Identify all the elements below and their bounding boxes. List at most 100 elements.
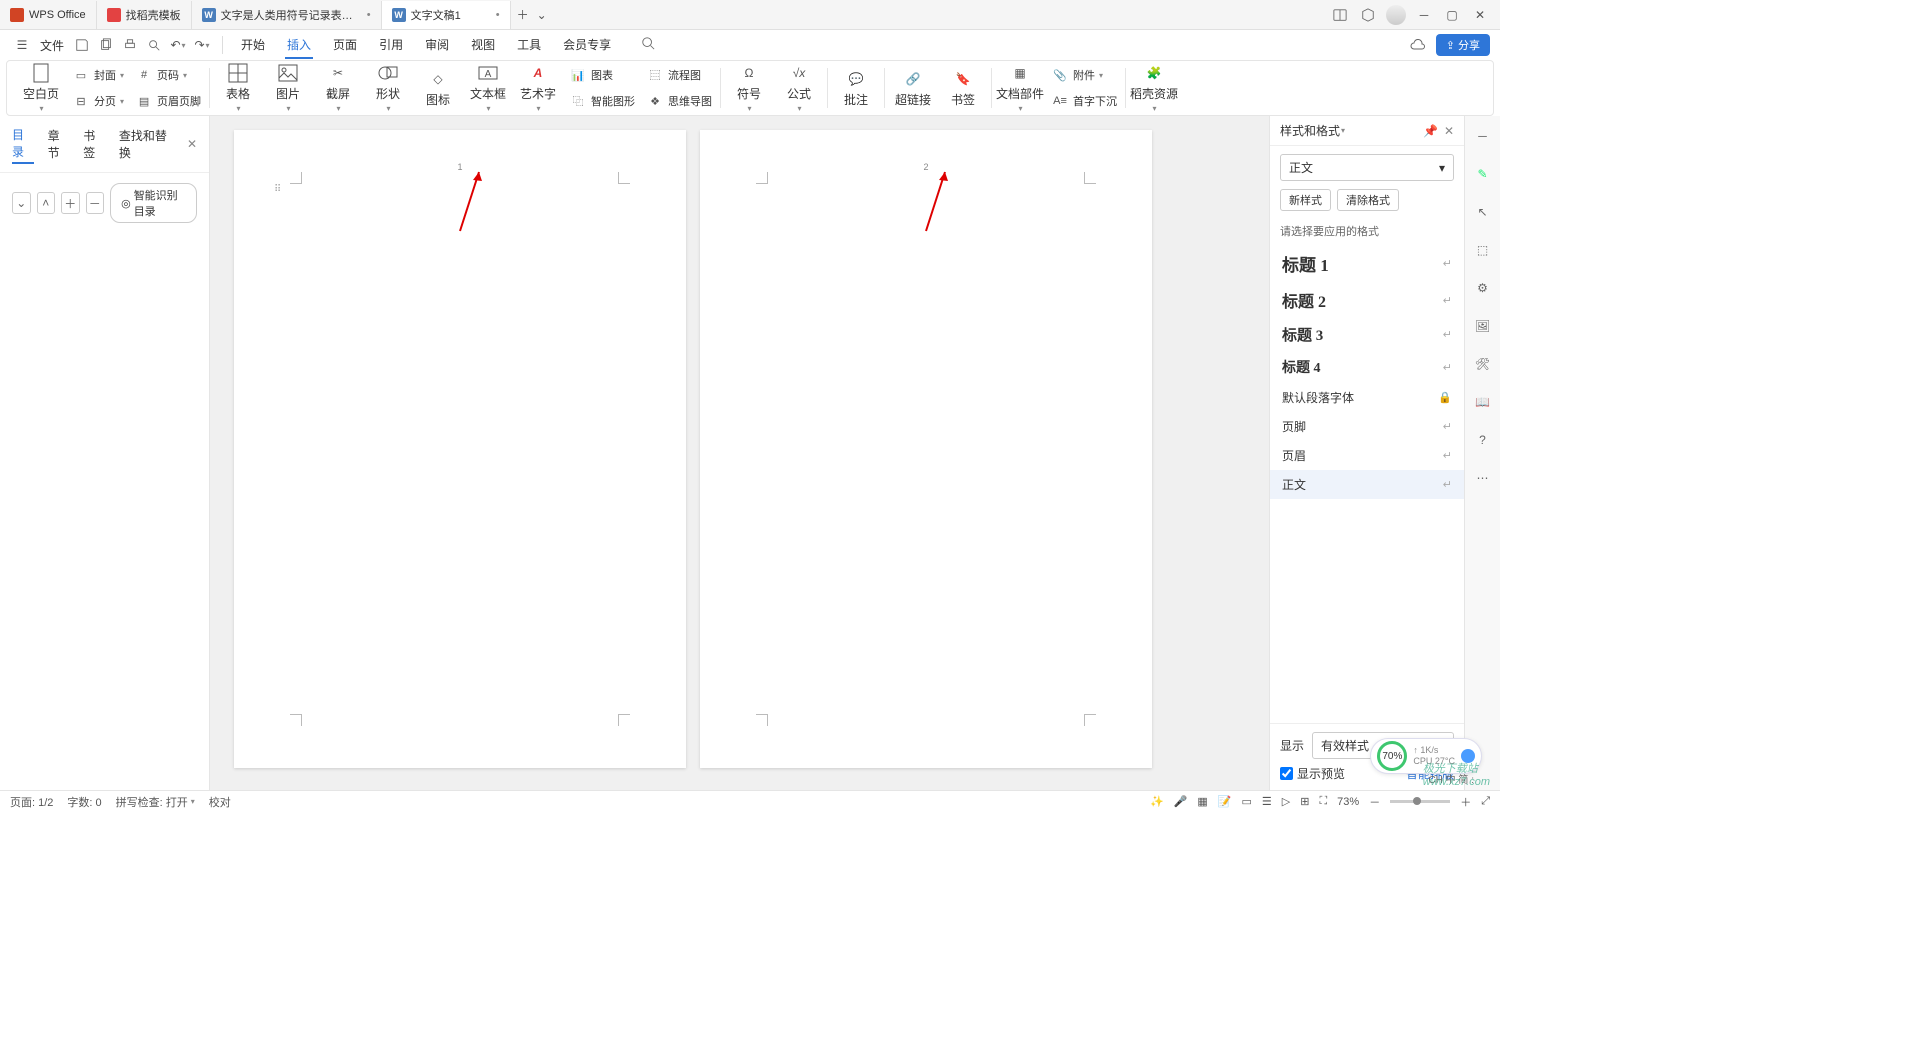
icon-button[interactable]: ◇图标 xyxy=(414,61,462,115)
print-icon[interactable] xyxy=(119,34,141,56)
share-button[interactable]: ⇪分享 xyxy=(1436,34,1490,56)
perf-orb-icon[interactable] xyxy=(1461,749,1475,763)
docer-tab[interactable]: 找稻壳模板 xyxy=(97,1,192,29)
menu-vip[interactable]: 会员专享 xyxy=(561,32,613,59)
headerfooter-button[interactable]: ▤页眉页脚 xyxy=(130,90,205,112)
comment-button[interactable]: 💬批注 xyxy=(832,61,880,115)
more-icon[interactable]: ⋯ xyxy=(1471,466,1495,490)
book-icon[interactable]: 📖 xyxy=(1471,390,1495,414)
collapse-rail-icon[interactable]: ─ xyxy=(1471,124,1495,148)
tab-dropdown[interactable]: ⌄ xyxy=(535,3,549,27)
style-item[interactable]: 标题 1↵ xyxy=(1270,245,1464,282)
blank-page-button[interactable]: 空白页▾ xyxy=(17,61,65,115)
ai-icon[interactable]: ✨ xyxy=(1150,795,1164,808)
smart-toc-button[interactable]: ◎智能识别目录 xyxy=(110,183,197,223)
view-read-icon[interactable]: ▷ xyxy=(1282,795,1290,808)
flowchart-button[interactable]: ⿳流程图 xyxy=(641,64,716,86)
status-page[interactable]: 页面: 1/2 xyxy=(10,794,53,810)
page-2[interactable]: 2 xyxy=(700,130,1152,768)
bookmark-button[interactable]: 🔖书签 xyxy=(939,61,987,115)
new-style-button[interactable]: 新样式 xyxy=(1280,189,1331,211)
cover-button[interactable]: ▭封面▾ xyxy=(67,64,128,86)
pin-icon[interactable]: 📌 xyxy=(1423,124,1438,138)
cloud-icon[interactable] xyxy=(1407,34,1429,56)
menu-page[interactable]: 页面 xyxy=(331,32,359,59)
nav-close-icon[interactable]: ✕ xyxy=(187,137,197,151)
drag-handle-icon[interactable]: ⠿ xyxy=(274,184,281,195)
menu-review[interactable]: 审阅 xyxy=(423,32,451,59)
wordart-button[interactable]: A艺术字▾ xyxy=(514,61,562,115)
menu-insert[interactable]: 插入 xyxy=(285,32,313,59)
redo-button[interactable]: ↷▾ xyxy=(191,34,213,56)
clear-format-button[interactable]: 清除格式 xyxy=(1337,189,1399,211)
cursor-icon[interactable]: ↖ xyxy=(1471,200,1495,224)
symbol-button[interactable]: Ω符号▾ xyxy=(725,61,773,115)
menu-icon[interactable]: ☰ xyxy=(11,34,33,56)
copy-icon[interactable] xyxy=(95,34,117,56)
new-tab-button[interactable]: ＋ xyxy=(511,3,535,27)
style-item[interactable]: 页眉↵ xyxy=(1270,441,1464,470)
menu-ref[interactable]: 引用 xyxy=(377,32,405,59)
menu-tools[interactable]: 工具 xyxy=(515,32,543,59)
chart-button[interactable]: 📊图表 xyxy=(564,64,639,86)
file-menu[interactable]: 文件 xyxy=(40,37,64,54)
status-words[interactable]: 字数: 0 xyxy=(67,794,101,810)
current-style-select[interactable]: 正文 ▾ xyxy=(1280,154,1454,181)
dropcap-button[interactable]: A≡首字下沉 xyxy=(1046,90,1121,112)
tune-icon[interactable]: ⚙ xyxy=(1471,276,1495,300)
fullscreen-icon[interactable]: ⤢ xyxy=(1481,795,1490,808)
style-item[interactable]: 默认段落字体🔒 xyxy=(1270,383,1464,412)
style-item[interactable]: 标题 2↵ xyxy=(1270,282,1464,318)
reader-icon[interactable] xyxy=(1328,3,1352,27)
zoom-in-button[interactable]: ＋ xyxy=(1460,794,1471,810)
perf-widget[interactable]: 70% ↑ 1K/s CPU 27°C xyxy=(1370,738,1482,774)
section-button[interactable]: ⊟分页▾ xyxy=(67,90,128,112)
zoom-out-button[interactable]: － xyxy=(1369,794,1380,810)
zoom-slider[interactable] xyxy=(1390,800,1450,803)
screenshot-button[interactable]: ✂截屏▾ xyxy=(314,61,362,115)
note-icon[interactable]: 📝 xyxy=(1218,795,1232,808)
pagenum-button[interactable]: #页码▾ xyxy=(130,64,205,86)
status-proof[interactable]: 校对 xyxy=(209,794,231,810)
doc-tab-1[interactable]: W 文字是人类用符号记录表达信息以 • xyxy=(192,1,382,29)
view-outline-icon[interactable]: ☰ xyxy=(1262,795,1272,808)
maximize-button[interactable]: ▢ xyxy=(1440,3,1464,27)
menu-start[interactable]: 开始 xyxy=(239,32,267,59)
shape-button[interactable]: 形状▾ xyxy=(364,61,412,115)
user-avatar[interactable] xyxy=(1384,3,1408,27)
style-item[interactable]: 标题 3↵ xyxy=(1270,318,1464,351)
search-icon[interactable] xyxy=(637,32,659,54)
textbox-button[interactable]: A文本框▾ xyxy=(464,61,512,115)
doc-tab-2[interactable]: W 文字文稿1 • xyxy=(382,1,511,29)
zoom-value[interactable]: 73% xyxy=(1337,796,1359,808)
pen-icon[interactable]: ✎ xyxy=(1471,162,1495,186)
hyperlink-button[interactable]: 🔗超链接 xyxy=(889,61,937,115)
undo-button[interactable]: ↶▾ xyxy=(167,34,189,56)
cube-icon[interactable] xyxy=(1356,3,1380,27)
wrench-icon[interactable]: 🛠 xyxy=(1471,352,1495,376)
document-canvas[interactable]: 1 ⠿ 2 xyxy=(210,116,1269,790)
page-1[interactable]: 1 ⠿ xyxy=(234,130,686,768)
menu-view[interactable]: 视图 xyxy=(469,32,497,59)
nav-collapse-button[interactable]: ⌄ xyxy=(12,192,31,214)
style-item[interactable]: 标题 4↵ xyxy=(1270,351,1464,383)
equation-button[interactable]: √x公式▾ xyxy=(775,61,823,115)
minimize-button[interactable]: ─ xyxy=(1412,3,1436,27)
attachment-button[interactable]: 📎附件▾ xyxy=(1046,64,1121,86)
nav-tab-toc[interactable]: 目录 xyxy=(12,124,34,164)
parts-button[interactable]: ▦文档部件▾ xyxy=(996,61,1044,115)
mindmap-button[interactable]: ❖思维导图 xyxy=(641,90,716,112)
nav-add-button[interactable]: ＋ xyxy=(61,192,80,214)
preview-checkbox[interactable]: 显示预览 xyxy=(1280,765,1345,782)
preview-icon[interactable] xyxy=(143,34,165,56)
nav-remove-button[interactable]: － xyxy=(86,192,105,214)
image-icon[interactable]: 🖼 xyxy=(1471,314,1495,338)
nav-tab-find[interactable]: 查找和替换 xyxy=(119,125,173,163)
help-icon[interactable]: ? xyxy=(1471,428,1495,452)
style-item[interactable]: 正文↵ xyxy=(1270,470,1464,499)
docer-button[interactable]: 🧩稻壳资源▾ xyxy=(1130,61,1178,115)
view-web-icon[interactable]: ⊞ xyxy=(1300,795,1309,808)
picture-button[interactable]: 图片▾ xyxy=(264,61,312,115)
fit-icon[interactable]: ⛶ xyxy=(1319,795,1327,808)
smartart-button[interactable]: ⿻智能图形 xyxy=(564,90,639,112)
